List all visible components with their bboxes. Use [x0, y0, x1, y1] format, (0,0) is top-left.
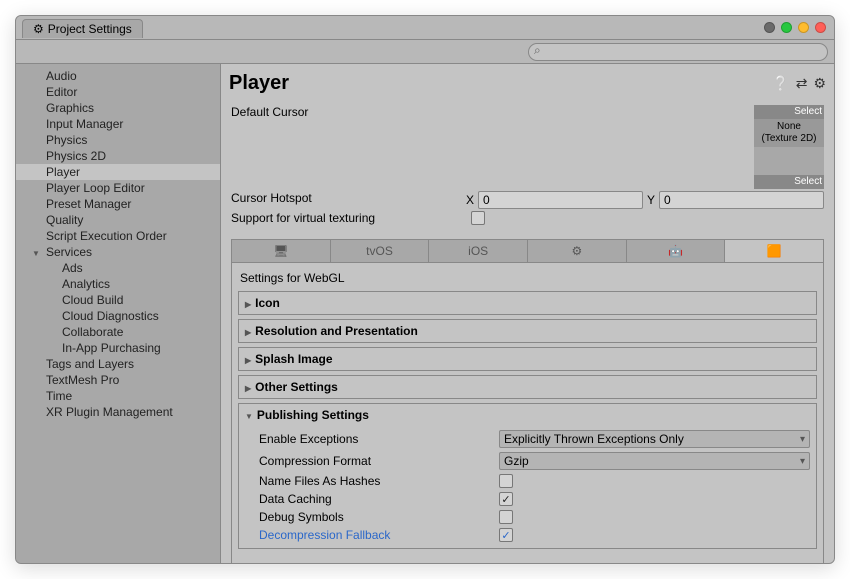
misc-icon: ⚙ [571, 244, 582, 258]
chevron-right-icon [245, 296, 251, 310]
sidebar-item-input-manager[interactable]: Input Manager [16, 116, 220, 132]
sidebar-item-cloud-diagnostics[interactable]: Cloud Diagnostics [16, 308, 220, 324]
help-icon[interactable]: ❔ [772, 75, 789, 92]
gear-icon[interactable]: ⚙ [813, 75, 826, 92]
virtual-texturing-label: Support for virtual texturing [231, 211, 471, 225]
sidebar-item-physics[interactable]: Physics [16, 132, 220, 148]
default-cursor-label: Default Cursor [231, 105, 471, 119]
sidebar-item-quality[interactable]: Quality [16, 212, 220, 228]
sidebar-item-physics-2d[interactable]: Physics 2D [16, 148, 220, 164]
hotspot-y-label: Y [647, 193, 655, 207]
window-tab[interactable]: ⚙ Project Settings [22, 19, 143, 38]
cursor-select-bottom[interactable]: Select [754, 175, 824, 189]
gear-icon: ⚙ [33, 22, 44, 36]
sidebar-item-player[interactable]: Player [16, 164, 220, 180]
debug-symbols-label: Debug Symbols [259, 510, 499, 524]
sidebar-item-xr-plugin-management[interactable]: XR Plugin Management [16, 404, 220, 420]
cursor-hotspot-label: Cursor Hotspot [231, 191, 466, 205]
name-files-as-hashes-checkbox[interactable] [499, 474, 513, 488]
titlebar: ⚙ Project Settings [16, 16, 834, 40]
cursor-none-text: None(Texture 2D) [754, 119, 824, 147]
sidebar-item-preset-manager[interactable]: Preset Manager [16, 196, 220, 212]
enable-exceptions-dropdown[interactable]: Explicitly Thrown Exceptions Only [499, 430, 810, 448]
sidebar: Audio Editor Graphics Input Manager Phys… [16, 64, 221, 563]
data-caching-label: Data Caching [259, 492, 499, 506]
chevron-down-icon [245, 408, 253, 422]
decompression-fallback-label: Decompression Fallback [259, 528, 499, 542]
maximize-dot[interactable] [781, 22, 792, 33]
sidebar-item-cloud-build[interactable]: Cloud Build [16, 292, 220, 308]
sidebar-item-player-loop-editor[interactable]: Player Loop Editor [16, 180, 220, 196]
sidebar-item-graphics[interactable]: Graphics [16, 100, 220, 116]
debug-symbols-checkbox[interactable] [499, 510, 513, 524]
platform-tab-android[interactable]: 🤖 [627, 240, 726, 262]
default-cursor-picker[interactable]: Select None(Texture 2D) Select [754, 105, 824, 189]
android-icon: 🤖 [668, 244, 683, 258]
compression-format-dropdown[interactable]: Gzip [499, 452, 810, 470]
traffic-lights [764, 22, 826, 33]
platform-tab-misc[interactable]: ⚙ [528, 240, 627, 262]
sidebar-item-analytics[interactable]: Analytics [16, 276, 220, 292]
platform-tabs: 🖥 tvOS iOS ⚙ 🤖 🟧 [231, 239, 824, 263]
cursor-select-top[interactable]: Select [754, 105, 824, 119]
sidebar-item-in-app-purchasing[interactable]: In-App Purchasing [16, 340, 220, 356]
project-settings-window: ⚙ Project Settings Audio Editor Graphics… [15, 15, 835, 564]
sidebar-item-time[interactable]: Time [16, 388, 220, 404]
panel-icon[interactable]: Icon [238, 291, 817, 315]
hotspot-x-input[interactable] [478, 191, 643, 209]
sidebar-item-textmesh-pro[interactable]: TextMesh Pro [16, 372, 220, 388]
platform-tab-standalone[interactable]: 🖥 [232, 240, 331, 262]
chevron-right-icon [245, 324, 251, 338]
close-dot[interactable] [815, 22, 826, 33]
platform-tab-ios[interactable]: iOS [429, 240, 528, 262]
sidebar-item-script-execution-order[interactable]: Script Execution Order [16, 228, 220, 244]
sidebar-item-editor[interactable]: Editor [16, 84, 220, 100]
page-title: Player [229, 72, 289, 95]
chevron-right-icon [245, 352, 251, 366]
sidebar-item-audio[interactable]: Audio [16, 68, 220, 84]
sidebar-item-tags-and-layers[interactable]: Tags and Layers [16, 356, 220, 372]
enable-exceptions-label: Enable Exceptions [259, 432, 499, 446]
data-caching-checkbox[interactable]: ✓ [499, 492, 513, 506]
platform-tab-webgl[interactable]: 🟧 [725, 240, 823, 262]
sidebar-item-collaborate[interactable]: Collaborate [16, 324, 220, 340]
virtual-texturing-checkbox[interactable] [471, 211, 485, 225]
chevron-right-icon [245, 380, 251, 394]
panel-publishing: Publishing Settings Enable Exceptions Ex… [238, 403, 817, 549]
search-input[interactable] [528, 43, 828, 61]
settings-for-label: Settings for WebGL [238, 267, 817, 291]
monitor-icon: 🖥 [273, 244, 288, 258]
main-panel: Player ❔ ⇄ ⚙ Default Cursor Select None(… [221, 64, 834, 563]
html5-icon: 🟧 [767, 244, 782, 258]
panel-splash[interactable]: Splash Image [238, 347, 817, 371]
sidebar-item-ads[interactable]: Ads [16, 260, 220, 276]
cursor-texture-area [754, 147, 824, 175]
name-files-as-hashes-label: Name Files As Hashes [259, 474, 499, 488]
panel-resolution[interactable]: Resolution and Presentation [238, 319, 817, 343]
hotspot-x-label: X [466, 193, 474, 207]
searchbar [16, 40, 834, 64]
window-title: Project Settings [48, 22, 132, 36]
minimize-dot[interactable] [798, 22, 809, 33]
platform-tab-tvos[interactable]: tvOS [331, 240, 430, 262]
compression-format-label: Compression Format [259, 454, 499, 468]
decompression-fallback-checkbox[interactable]: ✓ [499, 528, 513, 542]
panel-publishing-header[interactable]: Publishing Settings [245, 408, 810, 422]
options-dot[interactable] [764, 22, 775, 33]
hotspot-y-input[interactable] [659, 191, 824, 209]
presets-icon[interactable]: ⇄ [796, 75, 808, 92]
panel-other[interactable]: Other Settings [238, 375, 817, 399]
sidebar-item-services[interactable]: Services [16, 244, 220, 260]
